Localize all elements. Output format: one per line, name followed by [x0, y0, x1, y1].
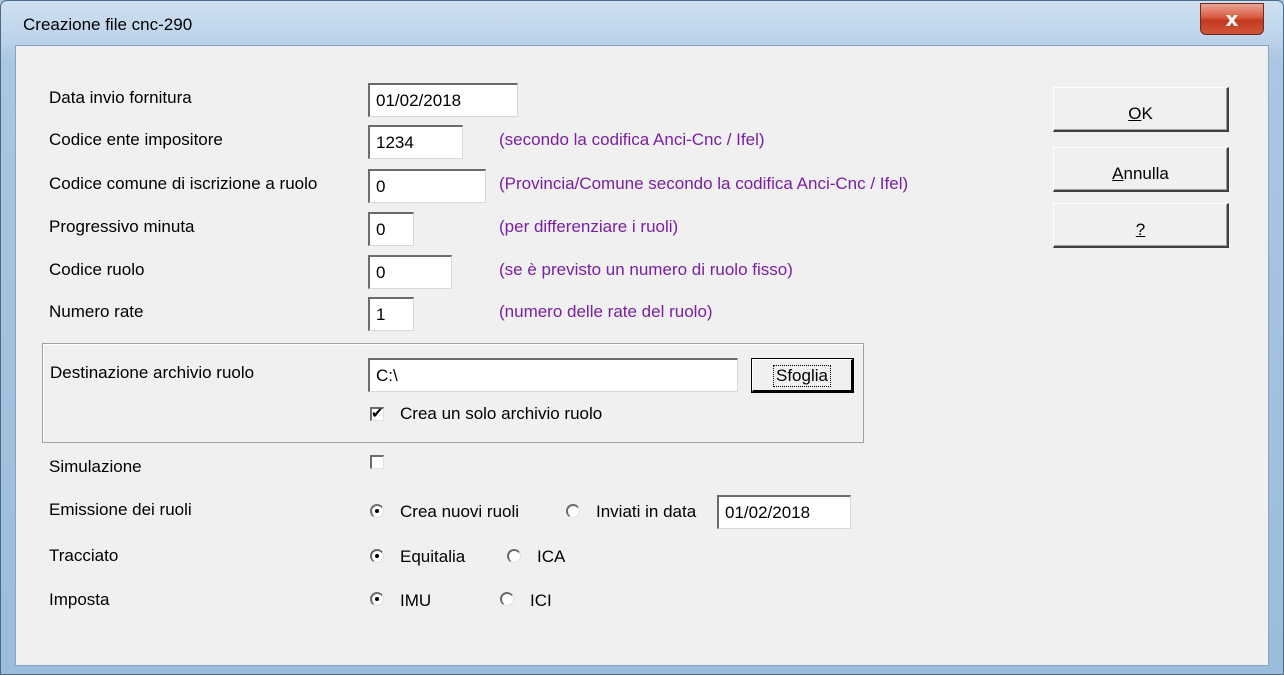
codice-ruolo-input[interactable]: 0	[368, 255, 452, 289]
emissione-crea-radio[interactable]	[370, 504, 384, 518]
data-invio-label: Data invio fornitura	[49, 88, 192, 107]
numero-rate-hint: (numero delle rate del ruolo)	[499, 302, 713, 321]
data-invio-input[interactable]: 01/02/2018	[368, 83, 518, 117]
imposta-imu-radio[interactable]	[370, 592, 384, 606]
simulazione-label: Simulazione	[49, 457, 142, 476]
tracciato-ica-label: ICA	[537, 547, 566, 566]
single-archive-checkbox[interactable]: ✔	[370, 404, 384, 422]
destinazione-label: Destinazione archivio ruolo	[50, 363, 255, 382]
tracciato-label: Tracciato	[49, 546, 119, 565]
close-icon: x	[1225, 7, 1239, 31]
codice-comune-input[interactable]: 0	[368, 169, 486, 203]
imposta-imu-label: IMU	[400, 591, 432, 610]
annulla-button[interactable]: Annulla	[1053, 147, 1229, 192]
emissione-inviati-radio[interactable]	[566, 504, 580, 518]
numero-rate-label: Numero rate	[49, 302, 144, 321]
codice-ente-input[interactable]: 1234	[368, 125, 463, 159]
codice-ruolo-hint: (se è previsto un numero di ruolo fisso)	[499, 260, 793, 279]
progressivo-hint: (per differenziare i ruoli)	[499, 217, 679, 236]
ok-mnemonic: O	[1128, 104, 1142, 123]
annulla-mnemonic: A	[1112, 164, 1124, 183]
emissione-crea-label: Crea nuovi ruoli	[400, 502, 520, 521]
tracciato-ica-radio[interactable]	[507, 549, 521, 563]
radio-dot-icon	[375, 509, 379, 513]
numero-rate-input[interactable]: 1	[368, 297, 414, 331]
tracciato-equitalia-label: Equitalia	[400, 547, 466, 566]
help-button[interactable]: ?	[1053, 203, 1229, 248]
codice-comune-hint: (Provincia/Comune secondo la codifica An…	[499, 174, 909, 193]
destinazione-path-input[interactable]: C:\	[368, 358, 738, 392]
simulazione-checkbox[interactable]	[370, 455, 384, 469]
title-bar[interactable]: Creazione file cnc-290 x	[1, 1, 1283, 45]
destinazione-group: Destinazione archivio ruolo C:\ Sfoglia …	[42, 343, 864, 443]
tracciato-equitalia-radio[interactable]	[370, 549, 384, 563]
ok-label-rest: K	[1141, 104, 1153, 123]
annulla-label-rest: nnulla	[1123, 164, 1169, 183]
codice-ruolo-label: Codice ruolo	[49, 260, 145, 279]
dialog-body: Data invio fornitura 01/02/2018 Codice e…	[15, 45, 1269, 666]
radio-dot-icon	[375, 597, 379, 601]
imposta-label: Imposta	[49, 590, 110, 609]
emissione-date-input[interactable]: 01/02/2018	[717, 495, 851, 529]
codice-ente-label: Codice ente impositore	[49, 130, 223, 149]
progressivo-input[interactable]: 0	[368, 212, 414, 246]
emissione-label: Emissione dei ruoli	[49, 500, 192, 519]
window-title: Creazione file cnc-290	[23, 15, 193, 34]
radio-dot-icon	[375, 554, 379, 558]
dialog-window: Creazione file cnc-290 x Data invio forn…	[0, 0, 1284, 675]
ok-button[interactable]: OK	[1053, 87, 1229, 132]
sfoglia-button[interactable]: Sfoglia	[751, 358, 854, 393]
checkmark-icon: ✔	[371, 404, 384, 422]
imposta-ici-label: ICI	[530, 591, 552, 610]
close-button[interactable]: x	[1200, 3, 1264, 35]
progressivo-label: Progressivo minuta	[49, 217, 195, 236]
sfoglia-label: Sfoglia	[773, 365, 831, 387]
codice-ente-hint: (secondo la codifica Anci-Cnc / Ifel)	[499, 130, 765, 149]
codice-comune-label: Codice comune di iscrizione a ruolo	[49, 174, 318, 193]
emissione-inviati-label: Inviati in data	[596, 502, 697, 521]
single-archive-label: Crea un solo archivio ruolo	[400, 404, 603, 423]
help-mnemonic: ?	[1135, 220, 1146, 239]
imposta-ici-radio[interactable]	[500, 592, 514, 606]
